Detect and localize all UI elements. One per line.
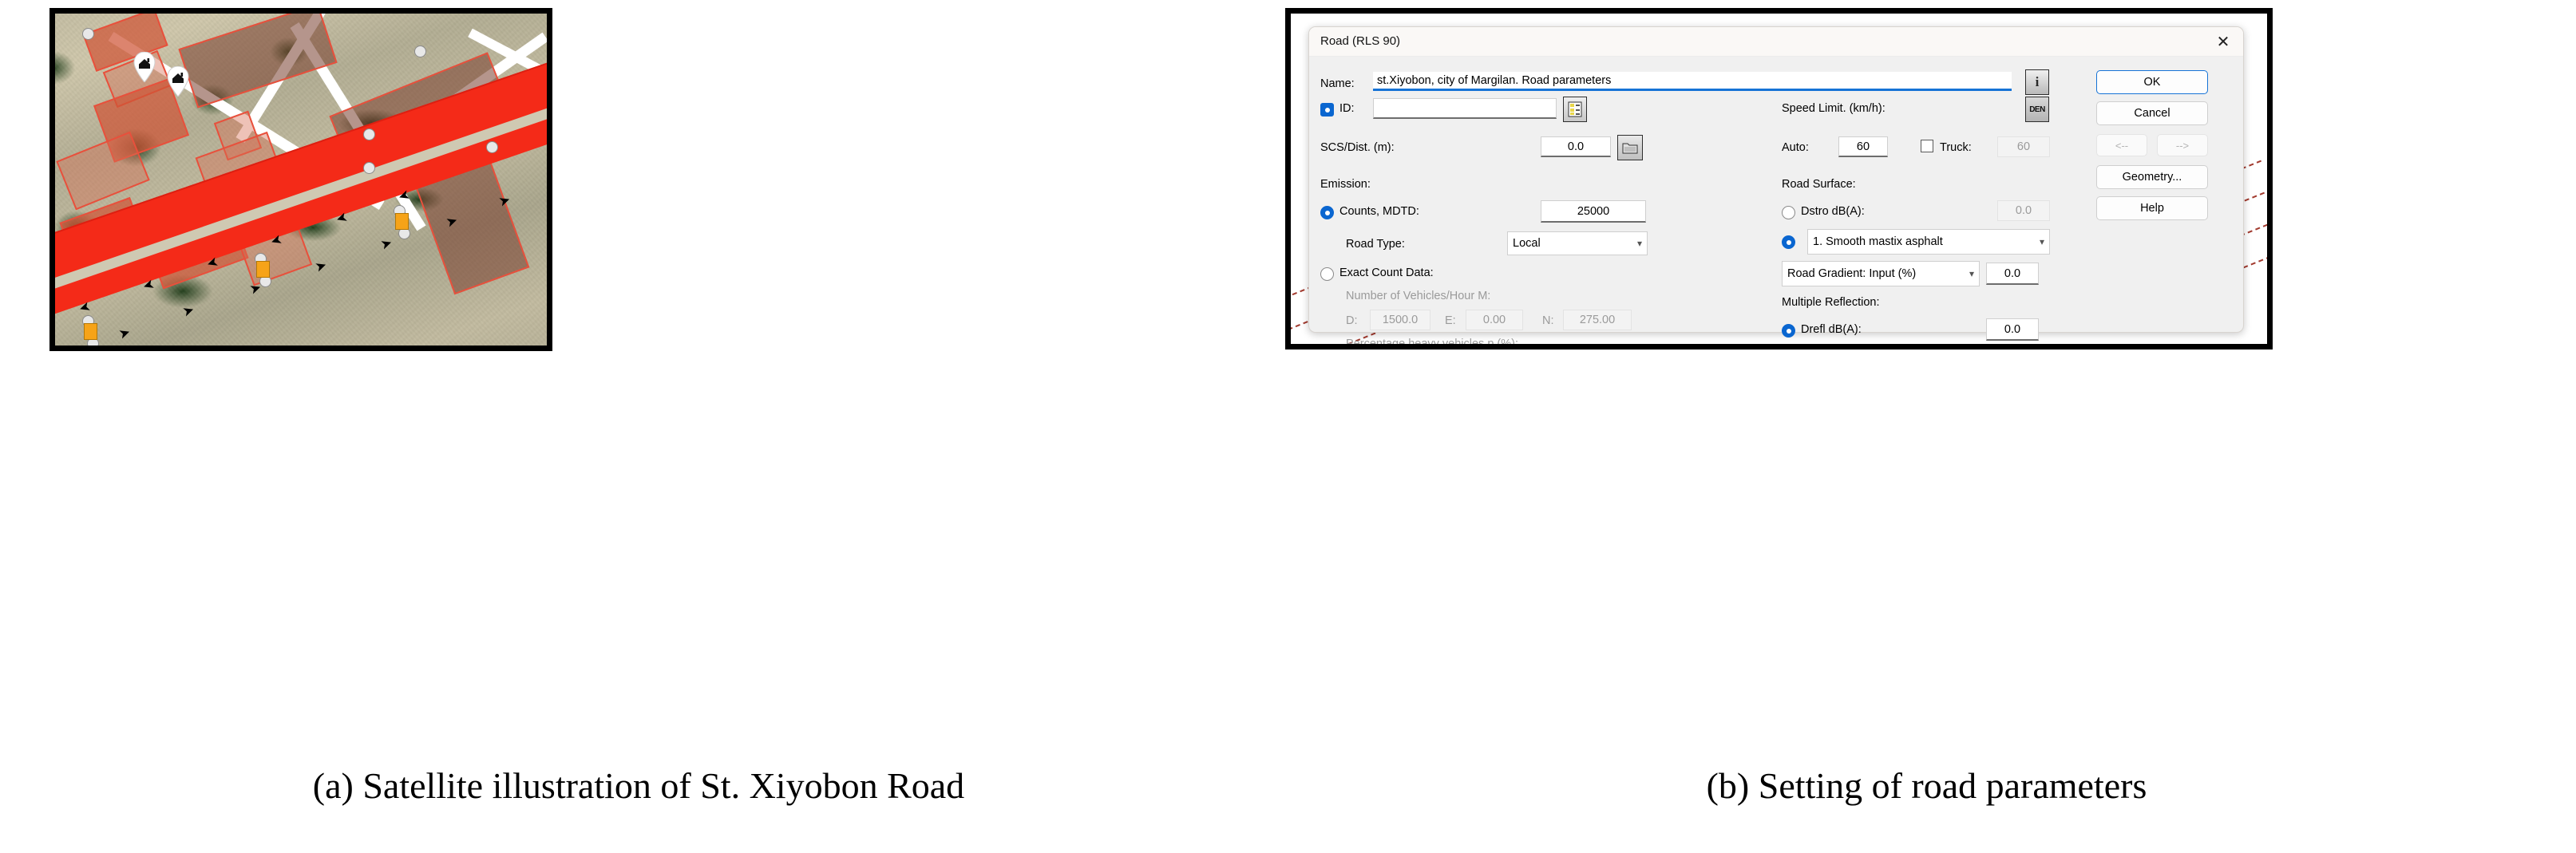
- counts-mdtd-input[interactable]: 25000: [1541, 200, 1646, 223]
- drefl-label: Drefl dB(A):: [1801, 323, 1862, 336]
- vehicles-e-label: E:: [1445, 314, 1456, 327]
- dialog-title-bar: Road (RLS 90) ✕: [1309, 27, 2243, 57]
- vehicles-e-input: 0.00: [1466, 310, 1523, 330]
- truck-checkbox[interactable]: [1921, 140, 1933, 152]
- road-segment-marker[interactable]: [256, 261, 270, 278]
- exact-count-data-label: Exact Count Data:: [1339, 267, 1434, 279]
- folder-icon: [1622, 143, 1638, 154]
- road-node-marker[interactable]: [363, 128, 375, 140]
- figure-panel-b: Road (RLS 90) ✕ Name: st.Xiyobon, city o…: [1277, 0, 2576, 853]
- caption-b: (b) Setting of road parameters: [1706, 765, 2147, 806]
- counts-mdtd-radio[interactable]: [1320, 206, 1334, 219]
- chevron-down-icon: ▾: [2039, 236, 2044, 247]
- auto-speed-input[interactable]: 60: [1838, 136, 1888, 157]
- truck-label: Truck:: [1940, 141, 1972, 154]
- drefl-radio[interactable]: [1782, 324, 1795, 338]
- previous-button[interactable]: <--: [2096, 134, 2147, 156]
- drefl-input[interactable]: 0.0: [1986, 318, 2039, 341]
- heavy-vehicles-heading: Percentage heavy vehicles p (%):: [1346, 338, 1518, 349]
- figure-panel-a: ➤ ➤ ➤ ➤ ➤ ➤ ➤ ➤ ➤ ➤ ➤ ➤ ➤ (a) Satellite …: [0, 0, 1277, 853]
- figure-row: ➤ ➤ ➤ ➤ ➤ ➤ ➤ ➤ ➤ ➤ ➤ ➤ ➤ (a) Satellite …: [0, 0, 2576, 853]
- vehicles-d-label: D:: [1346, 314, 1358, 327]
- road-segment-marker[interactable]: [395, 213, 409, 230]
- list-icon: [1568, 101, 1582, 117]
- house-pin-icon[interactable]: [133, 52, 156, 82]
- road-gradient-select[interactable]: Road Gradient: Input (%) ▾: [1782, 261, 1980, 286]
- vehicles-d-input: 1500.0: [1370, 310, 1430, 330]
- vehicles-per-hour-heading: Number of Vehicles/Hour M:: [1346, 290, 1491, 302]
- next-button[interactable]: -->: [2157, 134, 2208, 156]
- road-node-marker[interactable]: [82, 28, 94, 40]
- vehicles-n-label: N:: [1542, 314, 1554, 327]
- geometry-button[interactable]: Geometry...: [2096, 165, 2208, 189]
- chevron-down-icon: ▾: [1636, 238, 1642, 249]
- help-button[interactable]: Help: [2096, 196, 2208, 220]
- id-picker-button[interactable]: [1563, 97, 1587, 122]
- exact-count-data-radio[interactable]: [1320, 267, 1334, 281]
- scs-dist-label: SCS/Dist. (m):: [1320, 141, 1395, 154]
- multiple-reflection-heading: Multiple Reflection:: [1782, 296, 1880, 309]
- road-node-marker[interactable]: [486, 141, 498, 153]
- road-gradient-input[interactable]: 0.0: [1986, 263, 2039, 285]
- truck-speed-input: 60: [1997, 136, 2050, 157]
- scs-dist-input[interactable]: 0.0: [1541, 136, 1611, 157]
- name-input[interactable]: st.Xiyobon, city of Margilan. Road param…: [1373, 72, 2012, 91]
- id-expander-toggle[interactable]: [1320, 103, 1334, 116]
- dialog-title: Road (RLS 90): [1320, 34, 1401, 48]
- road-segment-marker[interactable]: [84, 323, 97, 340]
- road-node-marker[interactable]: [414, 45, 426, 57]
- counts-mdtd-label: Counts, MDTD:: [1339, 205, 1419, 218]
- road-surface-radio[interactable]: [1782, 235, 1795, 249]
- dstro-label: Dstro dB(A):: [1801, 205, 1865, 218]
- road-surface-select[interactable]: 1. Smooth mastix asphalt ▾: [1807, 229, 2050, 255]
- auto-speed-label: Auto:: [1782, 141, 1809, 154]
- close-icon[interactable]: ✕: [2211, 31, 2235, 52]
- road-surface-heading: Road Surface:: [1782, 178, 1856, 191]
- vehicles-n-input: 275.00: [1563, 310, 1632, 330]
- road-surface-value: 1. Smooth mastix asphalt: [1813, 235, 1943, 248]
- road-type-label: Road Type:: [1346, 238, 1405, 251]
- cancel-button[interactable]: Cancel: [2096, 101, 2208, 125]
- dialog-body: Name: st.Xiyobon, city of Margilan. Road…: [1309, 57, 2243, 344]
- dialog-screenshot-frame: Road (RLS 90) ✕ Name: st.Xiyobon, city o…: [1285, 8, 2273, 349]
- ok-button[interactable]: OK: [2096, 70, 2208, 94]
- house-pin-icon[interactable]: [167, 66, 189, 97]
- folder-button[interactable]: [1617, 135, 1643, 160]
- info-icon-button[interactable]: i: [2025, 69, 2049, 95]
- den-button[interactable]: DEN: [2025, 97, 2049, 122]
- dstro-radio[interactable]: [1782, 206, 1795, 219]
- road-gradient-value: Road Gradient: Input (%): [1787, 267, 1917, 280]
- id-label: ID:: [1339, 102, 1355, 115]
- id-input[interactable]: [1373, 98, 1557, 119]
- speed-limit-heading: Speed Limit. (km/h):: [1782, 102, 1886, 115]
- road-node-marker[interactable]: [363, 162, 375, 174]
- road-parameters-dialog[interactable]: Road (RLS 90) ✕ Name: st.Xiyobon, city o…: [1308, 26, 2244, 344]
- road-type-select[interactable]: Local ▾: [1507, 231, 1648, 255]
- satellite-map[interactable]: ➤ ➤ ➤ ➤ ➤ ➤ ➤ ➤ ➤ ➤ ➤ ➤ ➤: [49, 8, 552, 351]
- dstro-input: 0.0: [1997, 200, 2050, 221]
- info-icon: i: [2035, 74, 2040, 89]
- caption-a: (a) Satellite illustration of St. Xiyobo…: [312, 765, 965, 806]
- chevron-down-icon: ▾: [1969, 268, 1974, 279]
- map-canvas[interactable]: ➤ ➤ ➤ ➤ ➤ ➤ ➤ ➤ ➤ ➤ ➤ ➤ ➤: [55, 14, 547, 346]
- emission-heading: Emission:: [1320, 178, 1371, 191]
- name-label: Name:: [1320, 77, 1355, 90]
- road-type-value: Local: [1513, 237, 1541, 250]
